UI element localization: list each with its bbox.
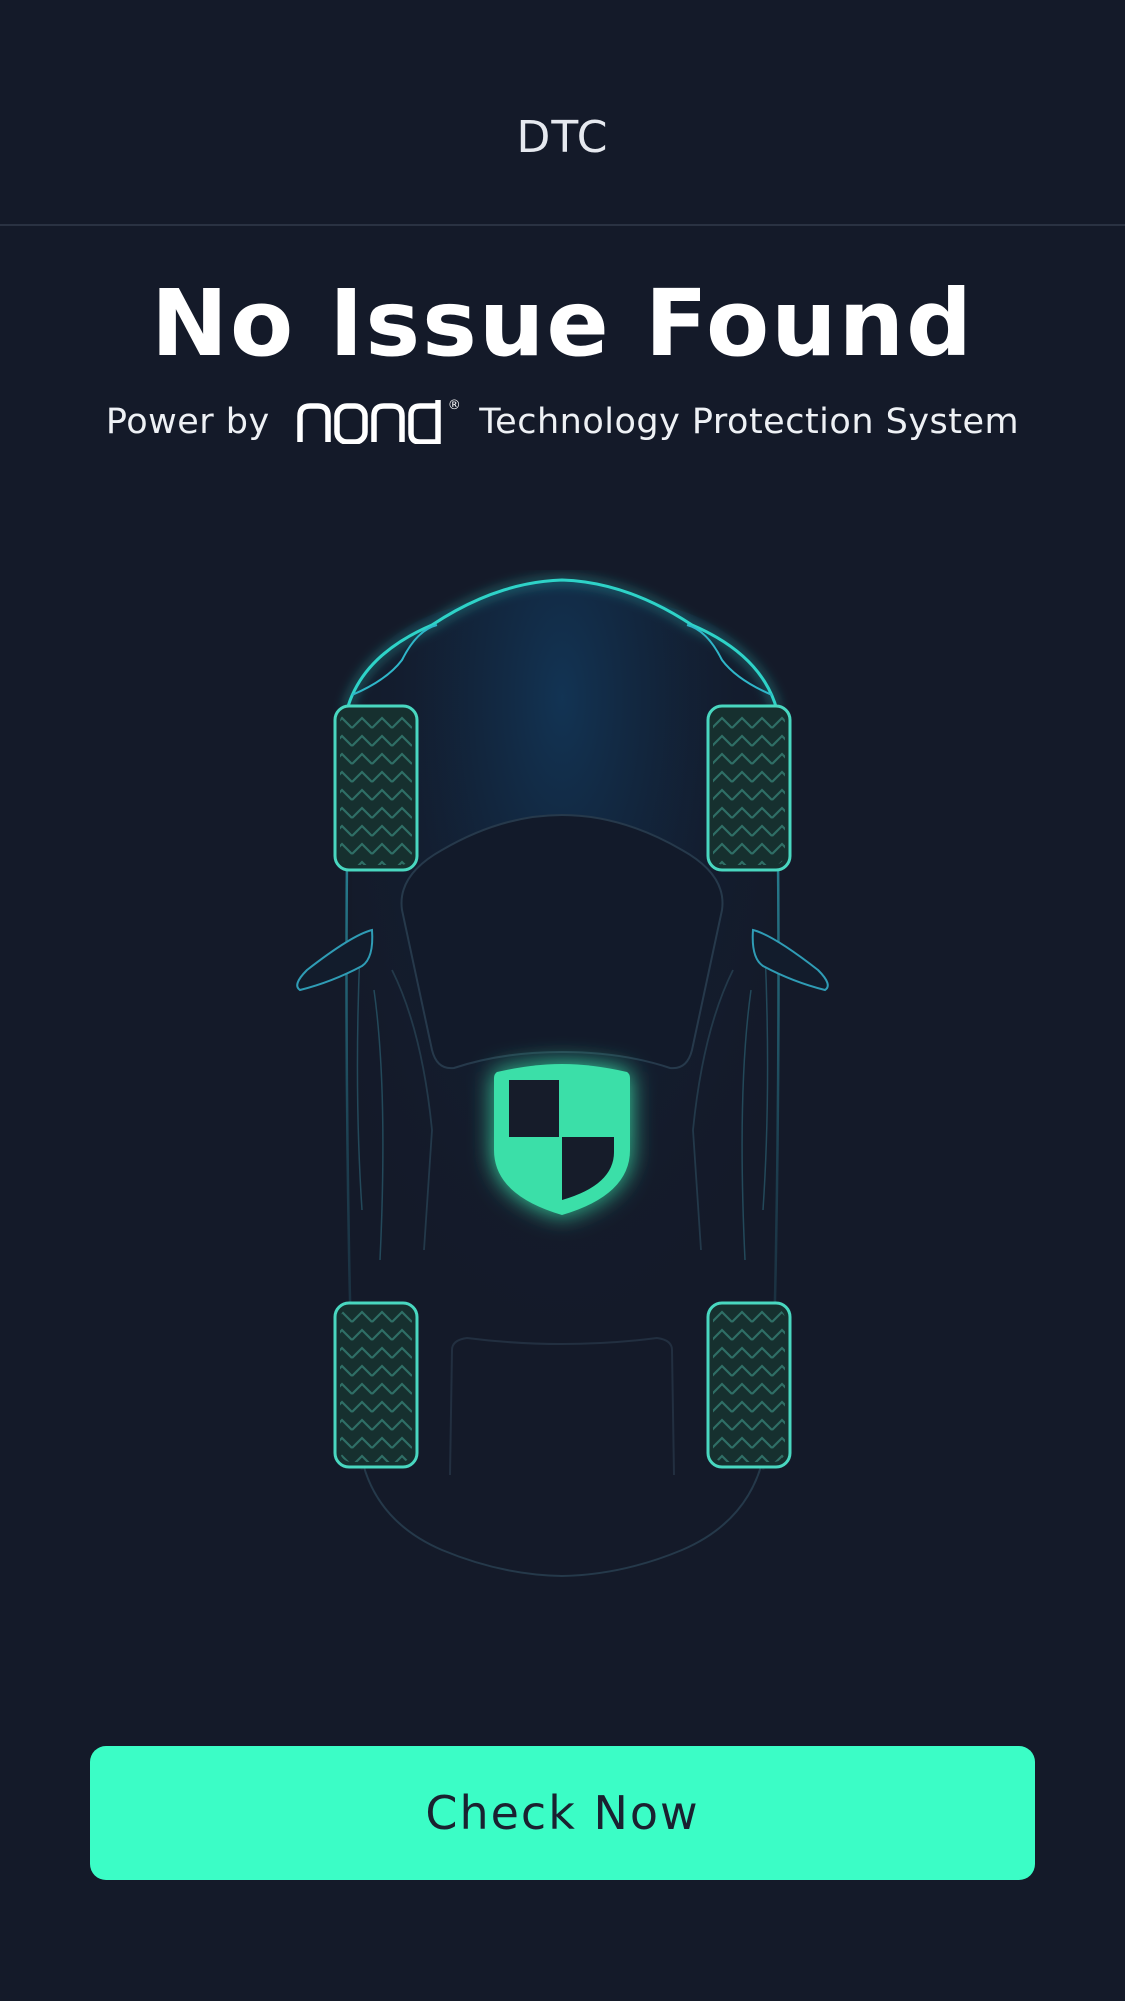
rear-left-tire — [333, 1301, 419, 1469]
front-right-tire — [706, 704, 792, 872]
header-title: DTC — [516, 112, 609, 163]
front-left-tire — [333, 704, 419, 872]
header-bar: DTC — [0, 0, 1125, 226]
powered-by-prefix: Power by — [105, 402, 270, 442]
rear-right-tire — [706, 1301, 792, 1469]
powered-by-line: Power by ® Technology Protection System — [0, 398, 1125, 444]
car-illustration — [292, 570, 833, 1610]
powered-by-suffix: Technology Protection System — [479, 402, 1020, 442]
status-headline: No Issue Found — [150, 270, 975, 377]
check-now-button[interactable]: Check Now — [90, 1746, 1035, 1880]
nonda-logo: ® — [296, 398, 462, 444]
